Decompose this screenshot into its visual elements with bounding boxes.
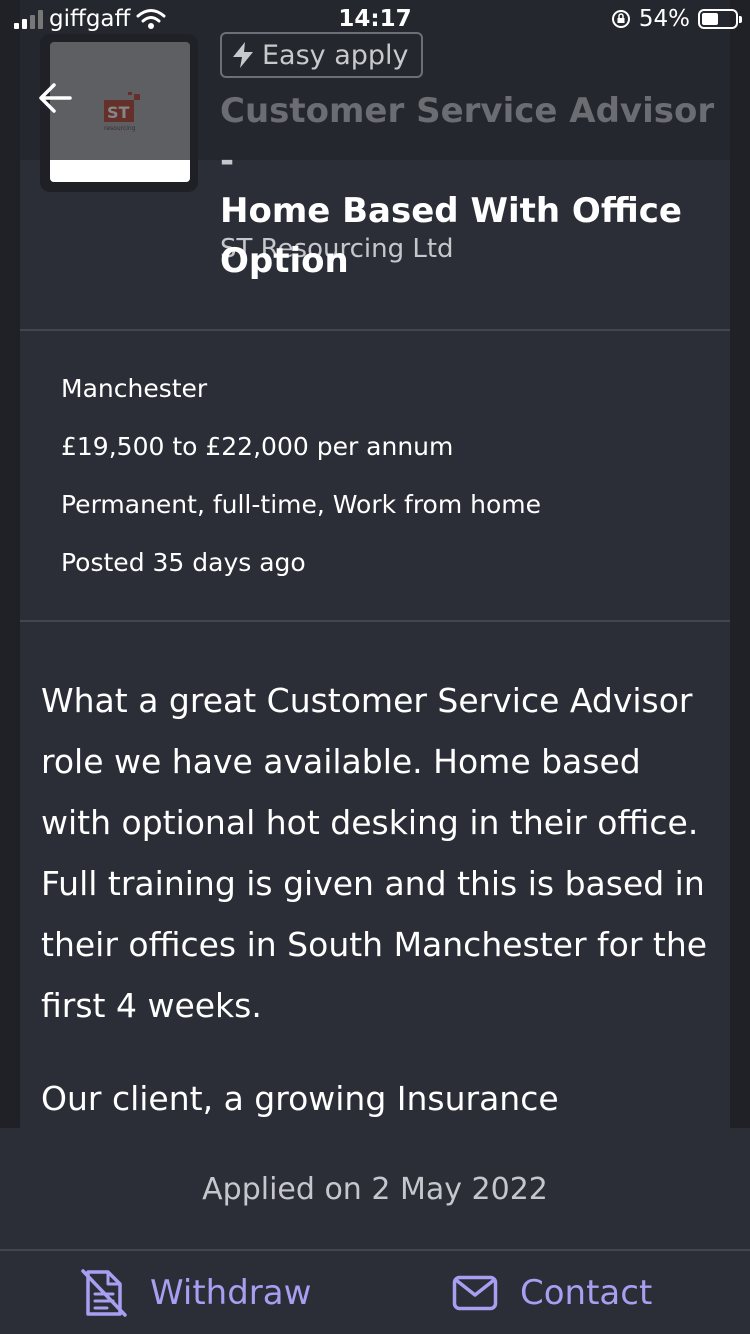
job-posted-date: Posted 35 days ago bbox=[61, 548, 306, 577]
contact-button[interactable]: Contact bbox=[452, 1251, 652, 1334]
easy-apply-label: Easy apply bbox=[262, 39, 409, 71]
footer-bar: Applied on 2 May 2022 Withdraw Contact bbox=[0, 1128, 750, 1334]
lightning-icon bbox=[233, 42, 253, 68]
job-salary: £19,500 to £22,000 per annum bbox=[61, 432, 454, 461]
job-title-line: Home Based With Office bbox=[220, 191, 682, 231]
withdraw-label: Withdraw bbox=[150, 1272, 312, 1313]
description-paragraph: What a great Customer Service Advisor ro… bbox=[41, 681, 708, 1025]
job-location: Manchester bbox=[61, 374, 208, 403]
battery-icon bbox=[698, 9, 742, 29]
job-type: Permanent, full-time, Work from home bbox=[61, 490, 542, 519]
contact-label: Contact bbox=[520, 1272, 653, 1313]
lock-rotation-icon bbox=[611, 10, 630, 28]
job-title-line: Option bbox=[220, 241, 349, 281]
withdraw-button[interactable]: Withdraw bbox=[80, 1251, 311, 1334]
withdraw-document-icon bbox=[81, 1268, 127, 1317]
back-button[interactable] bbox=[36, 78, 76, 118]
back-arrow-icon bbox=[39, 83, 72, 113]
divider bbox=[20, 620, 730, 622]
applied-status: Applied on 2 May 2022 bbox=[202, 1171, 548, 1207]
mail-icon bbox=[452, 1275, 498, 1310]
battery-percent: 54% bbox=[638, 6, 690, 32]
status-bar: giffgaff 14:17 54% bbox=[0, 0, 750, 40]
divider bbox=[20, 329, 730, 331]
